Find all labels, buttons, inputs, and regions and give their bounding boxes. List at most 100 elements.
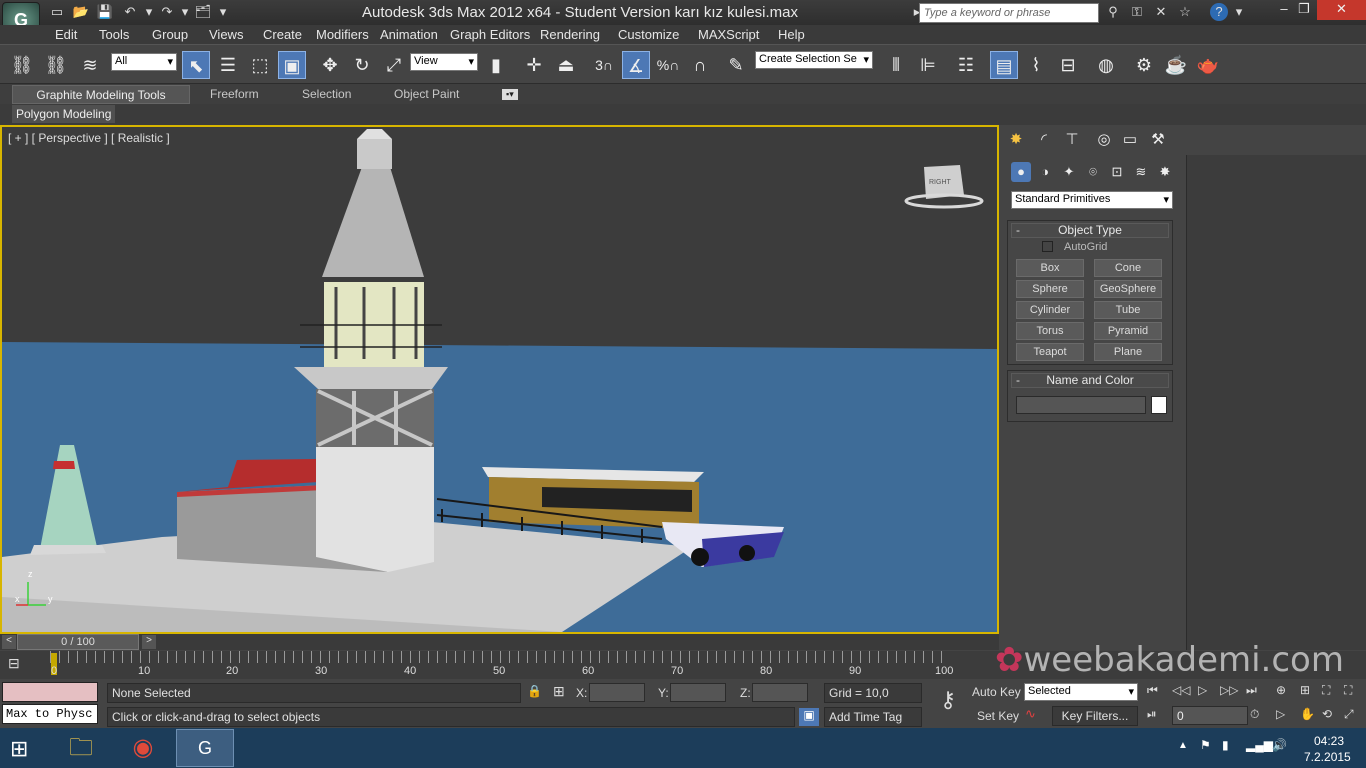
subscription-key-icon[interactable]: ⚿ [1128,3,1146,21]
window-crossing-icon[interactable]: ▣ [278,51,306,79]
close-button[interactable]: ✕ [1317,0,1366,20]
create-tab-icon[interactable]: ✸ [1005,129,1027,151]
zoom-icon[interactable]: ⊕ [1276,683,1286,697]
select-object-icon[interactable]: ⬉ [182,51,210,79]
volume-icon[interactable]: 🔊 [1272,738,1287,752]
menu-create[interactable]: Create [263,27,302,42]
utilities-tab-icon[interactable]: ⚒ [1147,129,1169,151]
zoom-all-icon[interactable]: ⊞ [1300,683,1310,697]
layer-manager-icon[interactable]: ☷ [952,51,980,79]
project-folder-icon[interactable]: 🗂 [194,3,212,21]
add-time-tag-button[interactable]: Add Time Tag [824,707,922,727]
sphere-button[interactable]: Sphere [1016,280,1084,298]
schematic-view-icon[interactable]: ⊟ [1054,51,1082,79]
undo-icon[interactable]: ↶ [121,3,139,21]
show-hidden-icons-icon[interactable]: ▲ [1178,740,1188,751]
new-file-icon[interactable]: ▭ [48,3,66,21]
lights-icon[interactable]: ✦ [1059,162,1079,182]
selection-filter-dropdown[interactable]: All [111,53,177,71]
communication-center-icon[interactable]: ✕ [1152,3,1170,21]
tab-freeform[interactable]: Freeform [210,87,259,101]
cone-button[interactable]: Cone [1094,259,1162,277]
align-icon[interactable]: ⊫ [914,51,942,79]
time-slider-next-button[interactable]: > [142,635,156,649]
object-color-swatch[interactable] [1151,396,1167,414]
motion-tab-icon[interactable]: ◎ [1093,129,1115,151]
previous-frame-icon[interactable]: ◁◁ [1172,683,1190,697]
go-to-start-icon[interactable]: ⏮ [1147,683,1158,698]
shapes-icon[interactable]: ◑ [1035,162,1055,182]
current-frame-field[interactable]: 0 [1172,706,1248,725]
menu-rendering[interactable]: Rendering [540,27,600,42]
maximize-viewport-icon[interactable]: ⤢ [1344,707,1354,722]
menu-group[interactable]: Group [152,27,188,42]
geosphere-button[interactable]: GeoSphere [1094,280,1162,298]
space-warps-icon[interactable]: ≋ [1131,162,1151,182]
maxscript-mini-listener-bottom[interactable]: Max to Physc [2,704,98,724]
graphite-toggle-icon[interactable]: ▤ [990,51,1018,79]
save-file-icon[interactable]: 💾 [96,3,114,21]
manipulate-icon[interactable]: ✛ [520,51,548,79]
zoom-extents-icon[interactable]: ⛶ [1322,683,1330,698]
file-explorer-icon[interactable]: 🗀 [52,729,110,767]
viewport-label[interactable]: [ + ] [ Perspective ] [ Realistic ] [8,131,170,145]
chrome-icon[interactable]: ◉ [114,729,172,767]
x-coordinate-field[interactable] [589,683,645,702]
material-editor-icon[interactable]: ◍ [1092,51,1120,79]
angle-snap-icon[interactable]: ∡ [622,51,650,79]
edit-named-selection-icon[interactable]: ✎ [722,51,750,79]
help-icon[interactable]: ? [1210,3,1228,21]
percent-snap-icon[interactable]: %∩ [654,51,682,79]
clock-date[interactable]: 7.2.2015 [1304,750,1351,764]
reference-coordinate-dropdown[interactable]: View [410,53,478,71]
autogrid-checkbox[interactable] [1042,241,1053,252]
menu-graph-editors[interactable]: Graph Editors [450,27,530,42]
select-and-scale-icon[interactable]: ⤢ [380,51,408,79]
tab-graphite-modeling-tools[interactable]: Graphite Modeling Tools [12,85,190,104]
go-to-end-icon[interactable]: ⏭ [1246,683,1257,698]
open-file-icon[interactable]: 📂 [72,3,90,21]
network-icon[interactable]: ▂▄▆ [1246,738,1273,752]
pyramid-button[interactable]: Pyramid [1094,322,1162,340]
binoculars-icon[interactable]: ⚲ [1104,3,1122,21]
menu-modifiers[interactable]: Modifiers [316,27,369,42]
z-coordinate-field[interactable] [752,683,808,702]
menu-animation[interactable]: Animation [380,27,438,42]
hierarchy-tab-icon[interactable]: ⊤ [1061,129,1083,151]
mini-curve-editor-icon[interactable]: ⊟ [8,655,32,675]
pan-view-icon[interactable]: ✋ [1300,707,1315,721]
set-keys-key-icon[interactable]: ⚷ [930,687,966,723]
windows-start-icon[interactable]: ⊞ [10,736,40,761]
bind-to-space-warp-icon[interactable]: ≋ [76,51,104,79]
default-in-out-tangent-icon[interactable]: ∿ [1025,706,1049,724]
polygon-modeling-panel[interactable]: Polygon Modeling [12,105,116,123]
perspective-viewport[interactable]: [ + ] [ Perspective ] [ Realistic ] RIGH… [0,125,999,634]
lock-selection-icon[interactable]: 🔒 [527,684,542,698]
tab-selection[interactable]: Selection [302,87,351,101]
snaps-toggle-icon[interactable]: 3∩ [590,51,618,79]
time-slider[interactable]: < 0 / 100 > [0,634,999,650]
object-name-field[interactable] [1016,396,1146,414]
time-slider-thumb[interactable]: 0 / 100 [17,634,139,650]
undo-dropdown-icon[interactable]: ▾ [140,3,158,21]
display-tab-icon[interactable]: ▭ [1119,129,1141,151]
key-mode-toggle-icon[interactable]: ⏯ [1147,707,1157,722]
tab-object-paint[interactable]: Object Paint [394,87,459,101]
key-filters-button[interactable]: Key Filters... [1052,706,1138,726]
zoom-extents-all-icon[interactable]: ⛶ [1344,683,1352,698]
viewcube-label[interactable]: RIGHT [929,179,951,186]
render-setup-icon[interactable]: ⚙ [1130,51,1158,79]
select-and-rotate-icon[interactable]: ↻ [348,51,376,79]
keyboard-shortcut-override-icon[interactable]: ⏏ [552,51,580,79]
play-icon[interactable]: ▷ [1198,683,1207,697]
menu-views[interactable]: Views [209,27,243,42]
modify-tab-icon[interactable]: ◜ [1033,129,1055,151]
key-mode-dropdown[interactable]: Selected [1024,683,1138,701]
box-button[interactable]: Box [1016,259,1084,277]
menu-tools[interactable]: Tools [99,27,129,42]
render-production-icon[interactable]: 🫖 [1194,51,1222,79]
rendered-frame-window-icon[interactable]: ☕ [1162,51,1190,79]
select-and-move-icon[interactable]: ✥ [316,51,344,79]
auto-key-button[interactable]: Auto Key [972,685,1021,699]
pivot-center-icon[interactable]: ▮ [482,51,510,79]
